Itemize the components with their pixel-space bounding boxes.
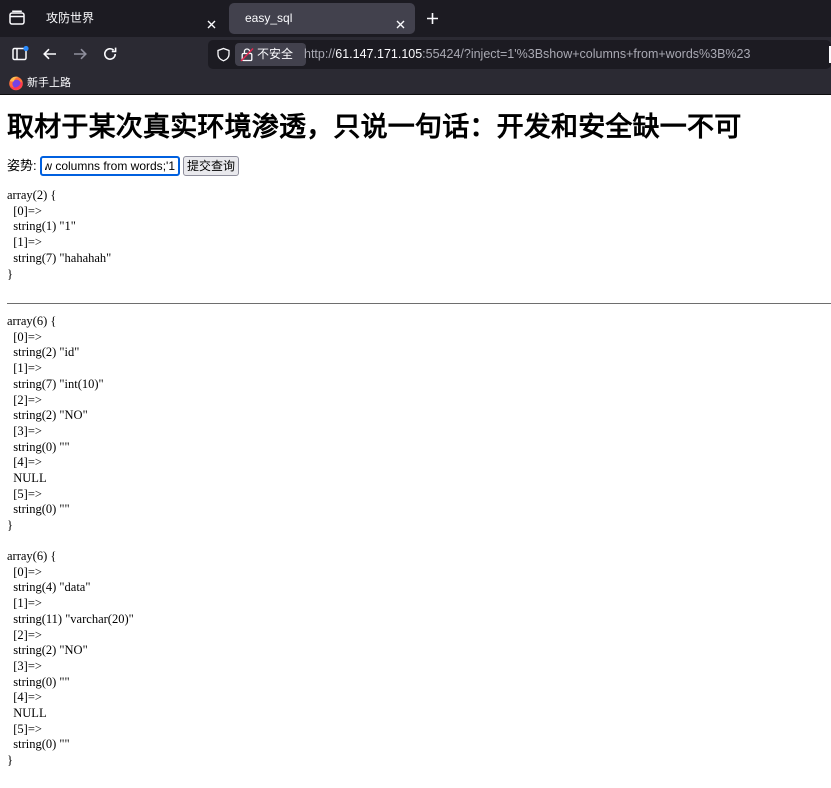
forward-icon[interactable]: [71, 45, 89, 63]
bookmark-label: 新手上路: [27, 77, 71, 89]
inject-input[interactable]: [40, 156, 180, 176]
page-heading: 取材于某次真实环境渗透，只说一句话：开发和安全缺一不可: [7, 112, 742, 143]
url-bar[interactable]: 不安全 http://61.147.171.105:55424/?inject=…: [208, 40, 831, 69]
insecure-label: 不安全: [257, 47, 294, 61]
tab-gongfang[interactable]: 攻防世界: [30, 3, 226, 34]
result-dump: array(6) { [0]=> string(2) "id" [1]=> st…: [7, 314, 104, 533]
sidebar-icon[interactable]: [11, 45, 29, 63]
inject-label: 姿势:: [7, 158, 37, 173]
tab-list-button[interactable]: [6, 7, 28, 29]
close-icon[interactable]: [394, 12, 407, 29]
result-dump: array(6) { [0]=> string(4) "data" [1]=> …: [7, 549, 134, 768]
tab-title: 攻防世界: [46, 11, 95, 25]
url-host: 61.147.171.105: [335, 47, 423, 61]
tab-title: easy_sql: [245, 11, 293, 25]
tab-strip: 攻防世界 easy_sql: [0, 0, 831, 37]
navigation-toolbar: 不安全 http://61.147.171.105:55424/?inject=…: [0, 37, 831, 71]
url-text[interactable]: http://61.147.171.105:55424/?inject=1'%3…: [304, 40, 750, 69]
new-tab-button[interactable]: [423, 9, 442, 28]
horizontal-rule: [7, 303, 831, 304]
url-path: :55424/?inject=1'%3Bshow+columns+from+wo…: [422, 47, 751, 61]
close-icon[interactable]: [205, 12, 218, 29]
firefox-icon: [8, 75, 24, 91]
shield-icon[interactable]: [216, 47, 231, 62]
tab-list-icon: [6, 7, 28, 29]
url-scheme: http://: [304, 47, 336, 61]
page-content: 取材于某次真实环境渗透，只说一句话：开发和安全缺一不可 姿势: 提交查询 arr…: [0, 95, 831, 788]
bookmarks-toolbar: 新手上路: [0, 71, 831, 95]
reload-icon[interactable]: [101, 45, 119, 63]
insecure-lock-icon: [240, 47, 254, 62]
site-security-button[interactable]: 不安全: [235, 43, 306, 66]
plus-icon: [423, 13, 442, 32]
back-icon[interactable]: [41, 45, 59, 63]
result-dump: array(2) { [0]=> string(1) "1" [1]=> str…: [7, 188, 112, 281]
submit-query-button[interactable]: 提交查询: [183, 156, 239, 176]
tab-easy-sql[interactable]: easy_sql: [229, 3, 415, 34]
